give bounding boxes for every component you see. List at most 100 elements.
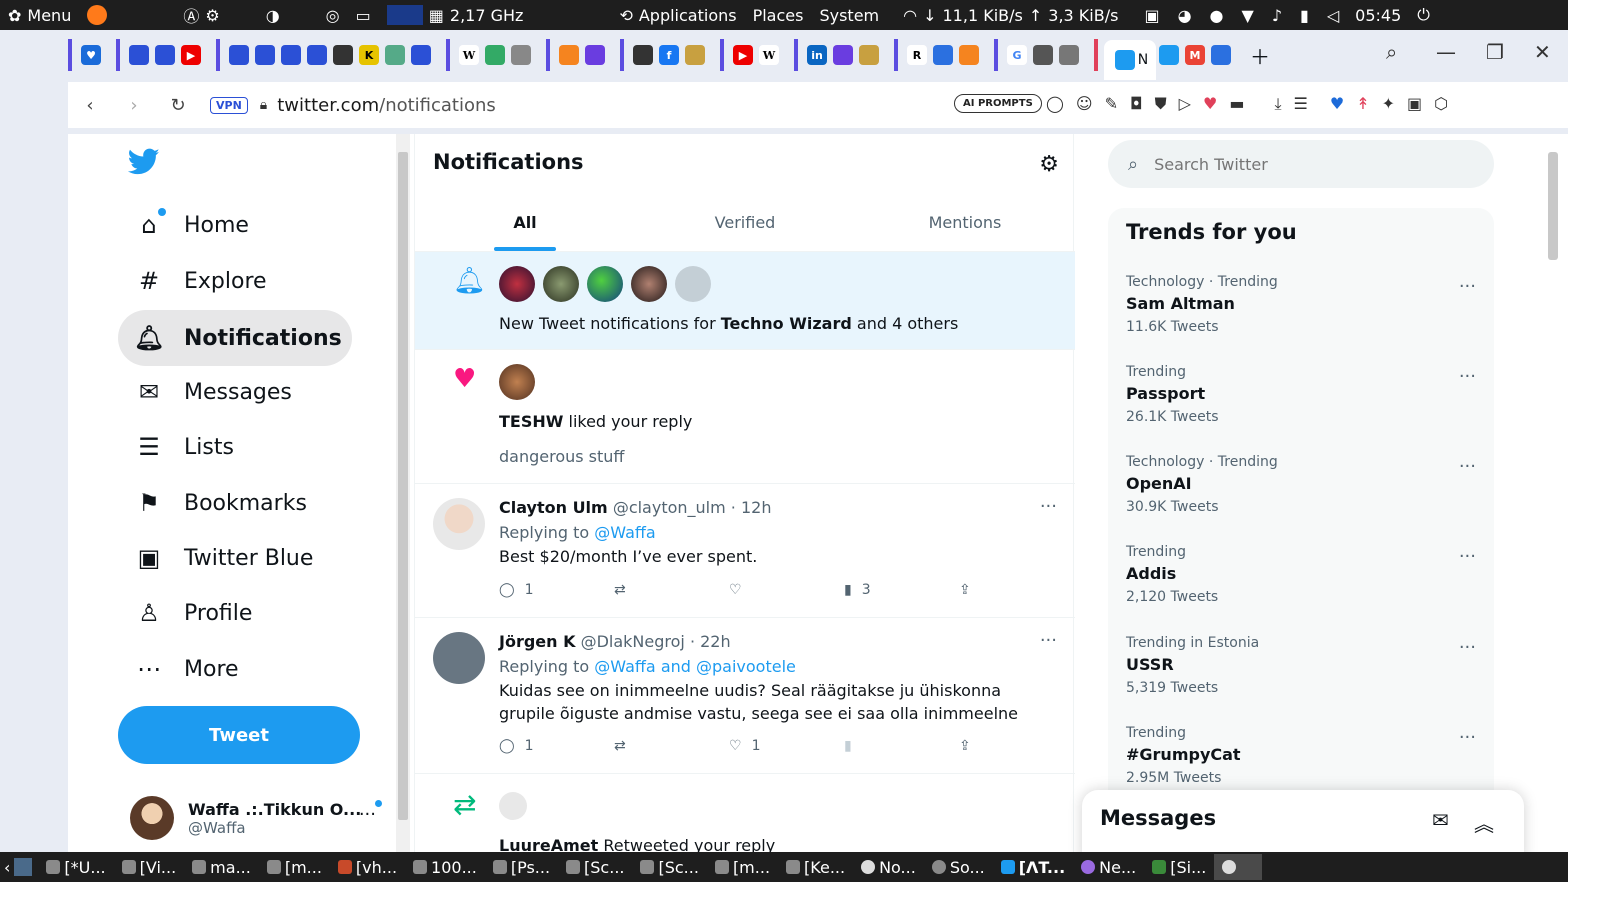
extension-icon[interactable]: ▬ [1229, 94, 1244, 114]
trend-more-icon[interactable]: ··· [1459, 456, 1476, 477]
minimize-icon[interactable]: — [1436, 40, 1456, 64]
tab-group-active[interactable]: N M [1094, 39, 1240, 80]
trend-more-icon[interactable]: ··· [1459, 727, 1476, 748]
notification-like[interactable]: ♥ TESHW liked your reply dangerous stuff [415, 350, 1075, 484]
tray-icons-left[interactable]: Ⓐ ⚙ [175, 3, 227, 27]
heart-red-icon[interactable]: ♥ [1203, 94, 1217, 114]
extension-twitter-icon[interactable]: ♥ [1330, 94, 1344, 114]
researchgate-favicon-icon[interactable]: R [907, 45, 927, 65]
wifi-signal-icon[interactable]: ▼ [1242, 6, 1254, 25]
taskbar-item[interactable]: 100... [405, 854, 485, 880]
download-icon[interactable]: ⤓ [1274, 94, 1281, 114]
taskbar-item[interactable]: So... [924, 854, 993, 880]
tab-group-7[interactable]: ▶ W [720, 39, 788, 71]
tab-all[interactable]: All [415, 194, 635, 251]
tweet-more-icon[interactable]: ··· [1040, 496, 1057, 517]
tab-favicon-icon[interactable] [511, 45, 531, 65]
taskbar-item[interactable]: [m... [707, 854, 778, 880]
wikipedia-favicon-icon[interactable]: W [459, 45, 479, 65]
firefox-launcher[interactable] [79, 5, 115, 25]
emoji-icon[interactable]: ☺ [1076, 94, 1093, 114]
tab-favicon-icon[interactable] [411, 45, 431, 65]
trend-item[interactable]: Trending in Estonia USSR 5,319 Tweets ··· [1126, 635, 1476, 715]
google-favicon-icon[interactable]: G [1007, 45, 1027, 65]
tab-group-5[interactable] [546, 39, 614, 71]
shield-icon[interactable]: ⛊ [1155, 94, 1167, 114]
metamask-favicon-icon[interactable] [559, 45, 579, 65]
tab-favicon-icon[interactable] [1211, 45, 1231, 65]
tab-favicon-icon[interactable] [633, 45, 653, 65]
battery-icon[interactable]: ▮ [1300, 6, 1309, 25]
trend-item[interactable]: Technology · Trending Sam Altman 11.6K Twe… [1126, 274, 1476, 354]
calendar-badge-icon[interactable]: ◕ [1178, 6, 1192, 25]
tab-favicon-icon[interactable] [933, 45, 953, 65]
scrollbar-thumb[interactable] [1548, 152, 1558, 260]
tab-group-6[interactable]: f [620, 39, 714, 71]
bell-tray-icon[interactable]: ♪ [1272, 6, 1282, 25]
avatar[interactable] [631, 266, 667, 302]
forward-icon[interactable]: › [112, 95, 156, 116]
facebook-favicon-icon[interactable]: f [659, 45, 679, 65]
trend-item[interactable]: Trending Addis 2,120 Tweets ··· [1126, 544, 1476, 624]
share-action[interactable]: ⇪ [959, 738, 979, 754]
gmail-favicon-icon[interactable]: M [1185, 45, 1205, 65]
taskbar-item[interactable]: ma... [184, 854, 259, 880]
reply-tweet[interactable]: Clayton Ulm @clayton_ulm · 12h ··· Reply… [415, 484, 1075, 618]
left-scrollbar[interactable] [396, 134, 410, 852]
tab-group-2[interactable]: ▶ [116, 39, 210, 71]
page-scrollbar[interactable] [1544, 134, 1560, 852]
avatar[interactable] [543, 266, 579, 302]
metamask-favicon-icon[interactable] [959, 45, 979, 65]
places-menu[interactable]: Places [745, 6, 812, 25]
retweet-action[interactable]: ⇄ [614, 738, 694, 754]
reply-action[interactable]: ◯ 1 [499, 582, 579, 598]
tab-favicon-icon[interactable] [385, 45, 405, 65]
taskbar-item[interactable]: No... [853, 854, 924, 880]
expand-chevron-icon[interactable]: ︽ [1474, 808, 1494, 837]
avatar[interactable] [587, 266, 623, 302]
taskbar-item[interactable]: [Sc... [632, 854, 706, 880]
taskbar-item[interactable]: [ΛT... [993, 854, 1073, 880]
ai-prompts-button[interactable]: AI PROMPTS [954, 94, 1042, 113]
messages-drawer[interactable]: Messages ✉ ︽ [1082, 790, 1524, 852]
search-input[interactable] [1154, 154, 1455, 174]
new-tab-plus-icon[interactable]: ＋ [1250, 41, 1270, 70]
tab-group-1[interactable]: ♥ [68, 39, 110, 71]
tweet-button[interactable]: Tweet [118, 706, 360, 764]
extension-box-icon[interactable]: ▣ [1407, 94, 1422, 114]
tab-favicon-icon[interactable]: ♥ [81, 45, 101, 65]
active-tab[interactable]: N [1104, 40, 1156, 80]
nav-lists[interactable]: ☰ Lists [118, 419, 250, 475]
reply-tweet[interactable]: Jörgen K @DlakNegroj · 22h ··· Replying … [415, 618, 1075, 774]
nav-explore[interactable]: # Explore [118, 253, 283, 309]
os-menu[interactable]: ✿ Menu [0, 6, 79, 25]
tab-favicon-icon[interactable] [1059, 45, 1079, 65]
tab-group-9[interactable]: R [894, 39, 988, 71]
youtube-favicon-icon[interactable]: ▶ [181, 45, 201, 65]
tab-favicon-icon[interactable] [129, 45, 149, 65]
taskbar-item-active[interactable] [1214, 854, 1263, 880]
tab-favicon-icon[interactable] [1033, 45, 1053, 65]
extension-cube-icon[interactable]: ⬡ [1434, 94, 1448, 114]
volume-icon[interactable]: ◁ [1327, 6, 1339, 25]
nav-profile[interactable]: ♙ Profile [118, 585, 268, 641]
extension-fire-icon[interactable]: ↟ [1356, 94, 1369, 114]
tab-favicon-icon[interactable]: K [359, 45, 379, 65]
avatar[interactable] [499, 792, 527, 820]
scrollbar-thumb[interactable] [398, 152, 408, 820]
account-switcher[interactable]: Waffa .:.Tikkun O... @Waffa ··· [130, 792, 382, 844]
vpn-badge[interactable]: VPN [210, 96, 248, 114]
wikipedia-favicon-icon[interactable]: W [759, 45, 779, 65]
tab-mentions[interactable]: Mentions [855, 194, 1075, 251]
terminal-icon[interactable]: ▭ [348, 6, 379, 25]
trend-item[interactable]: Trending Passport 26.1K Tweets ··· [1126, 364, 1476, 444]
restore-icon[interactable]: ❐ [1486, 40, 1504, 64]
tab-search-icon[interactable]: ⌕ [1386, 40, 1397, 64]
reload-icon[interactable]: ↻ [156, 95, 200, 116]
tab-verified[interactable]: Verified [635, 194, 855, 251]
opera-launcher-icon[interactable]: ◎ [318, 6, 348, 25]
avatar[interactable] [675, 266, 711, 302]
tab-favicon-icon[interactable] [585, 45, 605, 65]
tab-favicon-icon[interactable] [307, 45, 327, 65]
tab-favicon-icon[interactable] [281, 45, 301, 65]
